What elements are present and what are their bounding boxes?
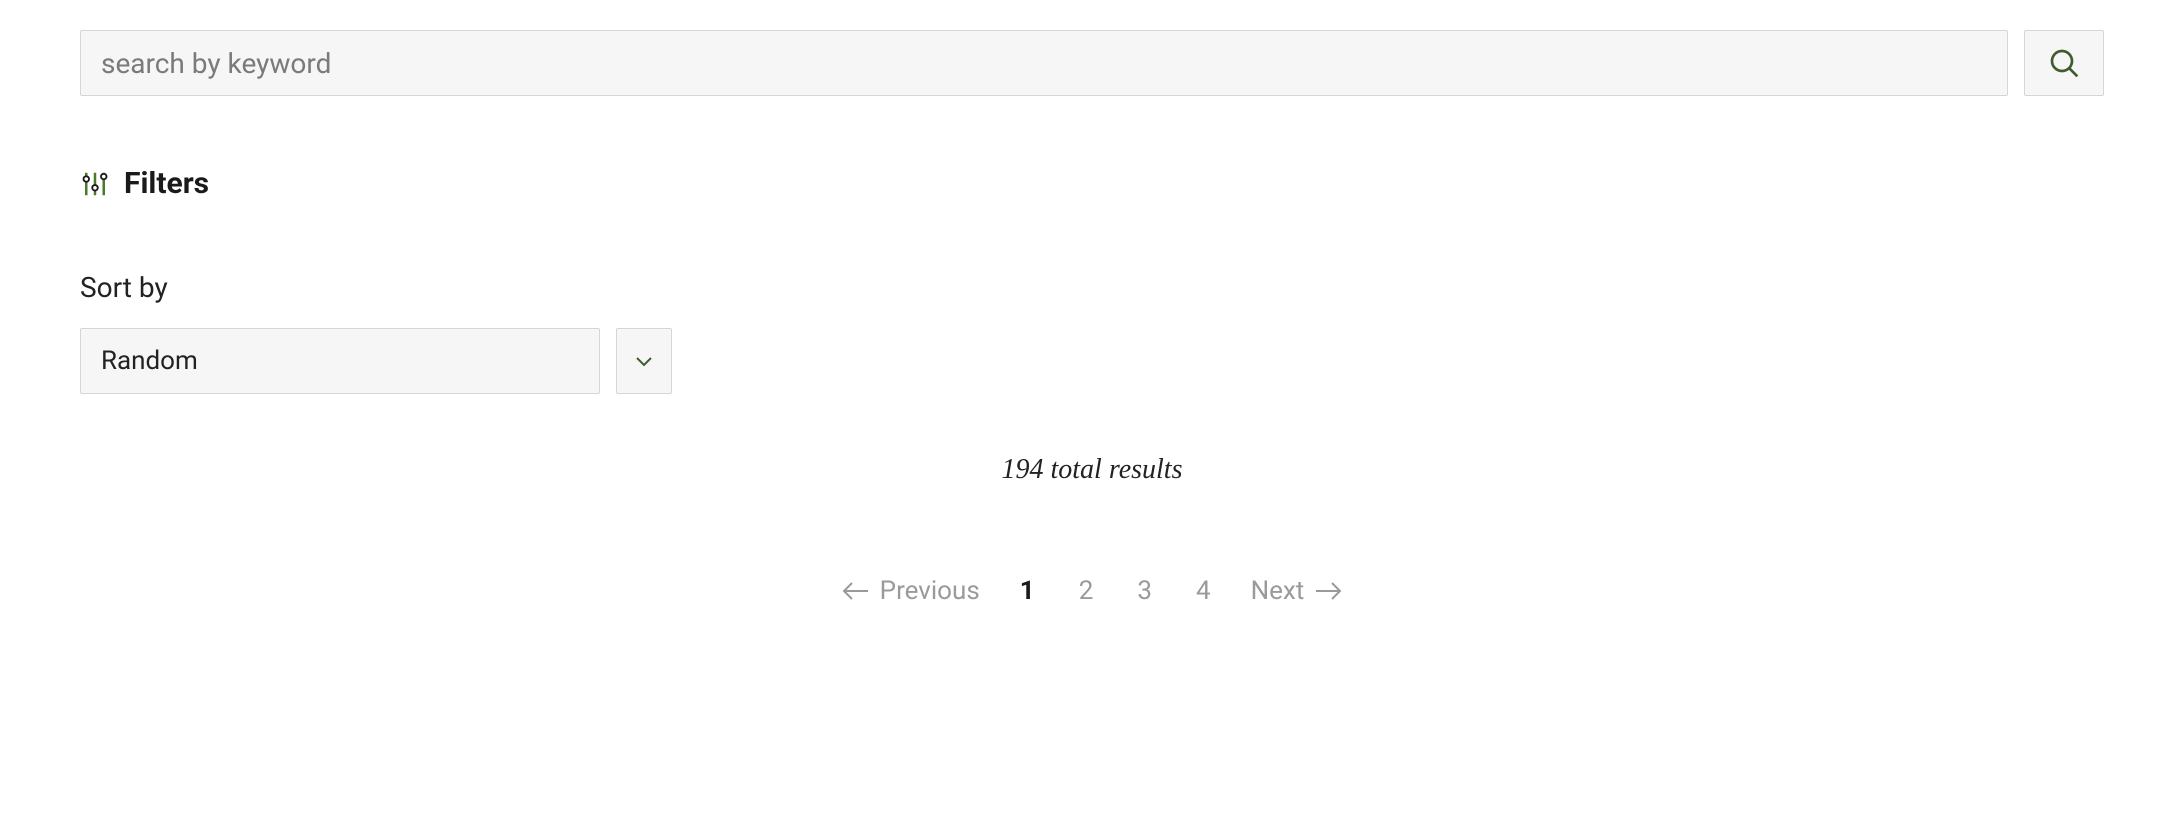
filters-toggle[interactable]: Filters (80, 166, 2104, 201)
page-1[interactable]: 1 (1016, 576, 1039, 606)
sort-dropdown-button[interactable] (616, 328, 672, 394)
search-input[interactable] (80, 30, 2008, 96)
arrow-right-icon (1314, 581, 1342, 601)
page-2[interactable]: 2 (1075, 576, 1098, 606)
search-icon (2048, 47, 2080, 79)
filters-label: Filters (124, 166, 209, 201)
pagination-previous[interactable]: Previous (842, 576, 980, 606)
sort-select[interactable]: Random (80, 328, 600, 394)
search-button[interactable] (2024, 30, 2104, 96)
pagination-next[interactable]: Next (1251, 576, 1343, 606)
sort-control: Random (80, 328, 2104, 394)
pagination-prev-label: Previous (880, 576, 980, 606)
pagination: Previous 1 2 3 4 Next (80, 576, 2104, 606)
search-row (80, 30, 2104, 96)
sort-section: Sort by Random (80, 271, 2104, 394)
sort-label: Sort by (80, 271, 2104, 304)
chevron-down-icon (632, 349, 656, 373)
sliders-icon (80, 169, 110, 199)
page-4[interactable]: 4 (1192, 576, 1215, 606)
pagination-next-label: Next (1251, 576, 1305, 606)
results-count: 194 total results (80, 454, 2104, 486)
arrow-left-icon (842, 581, 870, 601)
page-3[interactable]: 3 (1133, 576, 1156, 606)
sort-selected-value: Random (101, 346, 198, 376)
